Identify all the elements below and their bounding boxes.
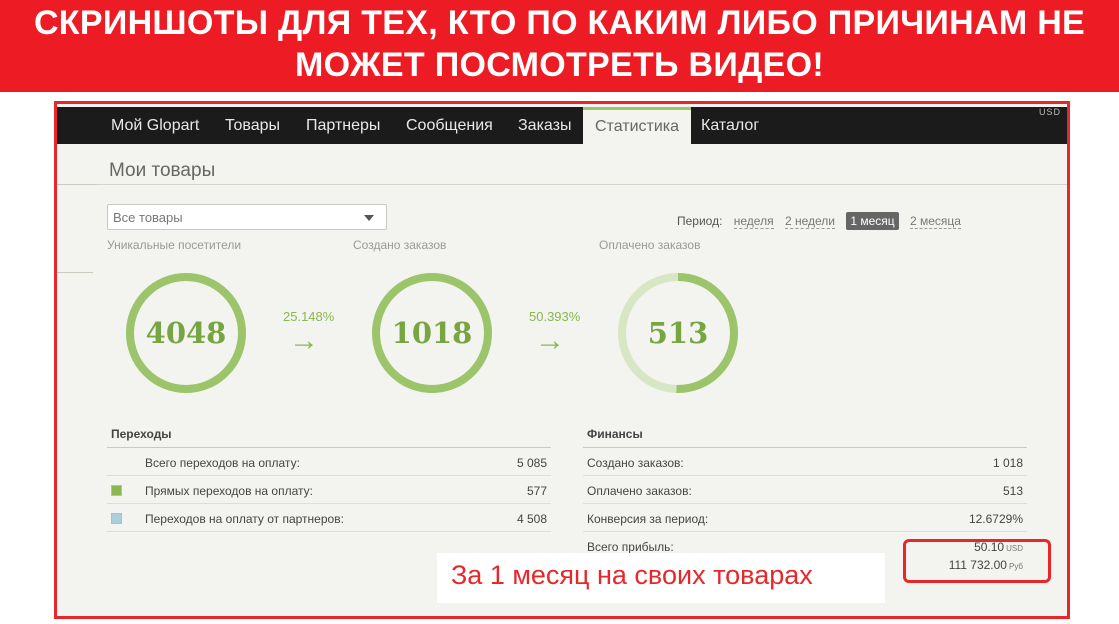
transitions-title: Переходы xyxy=(111,427,172,441)
nav-item-statistics[interactable]: Статистика xyxy=(583,107,692,144)
row-value: 577 xyxy=(526,484,547,498)
product-filter-select[interactable]: Все товары xyxy=(107,204,387,230)
conversion-1-percent: 25.148% xyxy=(283,309,335,324)
paid-orders-label: Оплачено заказов xyxy=(599,238,701,252)
period-option-1-month[interactable]: 1 месяц xyxy=(846,212,899,230)
page-title: Мои товары xyxy=(109,160,216,181)
left-divider-bottom xyxy=(57,272,93,273)
nav-item-catalog[interactable]: Каталог xyxy=(701,107,759,144)
screenshot-frame: Мой Glopart Товары Партнеры Сообщения За… xyxy=(54,101,1070,619)
nav-item-my-glopart[interactable]: Мой Glopart xyxy=(111,107,199,144)
created-orders-label: Создано заказов xyxy=(353,238,447,252)
banner-line-2: МОЖЕТ ПОСМОТРЕТЬ ВИДЕО! xyxy=(294,46,825,84)
row-value: 513 xyxy=(1002,484,1023,498)
top-navigation: Мой Glopart Товары Партнеры Сообщения За… xyxy=(57,107,1067,144)
table-row: Переходов на оплату от партнеров: 4 508 xyxy=(107,504,551,532)
period-option-week[interactable]: неделя xyxy=(733,214,774,229)
finance-title: Финансы xyxy=(587,427,643,441)
paid-orders-ring: 513 xyxy=(617,272,739,394)
profit-highlight-box xyxy=(903,539,1051,583)
nav-item-messages[interactable]: Сообщения xyxy=(406,107,493,144)
table-row: Всего переходов на оплату: 5 085 xyxy=(107,448,551,476)
top-banner: СКРИНШОТЫ ДЛЯ ТЕХ, КТО ПО КАКИМ ЛИБО ПРИ… xyxy=(0,0,1119,92)
arrow-right-icon: → xyxy=(289,324,319,357)
arrow-right-icon: → xyxy=(535,324,565,357)
profit-label: Всего прибыль: xyxy=(587,540,674,554)
visitors-ring: 4048 xyxy=(125,272,247,394)
period-selector: Период: неделя 2 недели 1 месяц 2 месяца xyxy=(677,212,969,230)
nav-item-partners[interactable]: Партнеры xyxy=(306,107,380,144)
row-label: Создано заказов: xyxy=(587,456,684,470)
partners-legend-swatch xyxy=(111,513,122,524)
period-option-2-weeks[interactable]: 2 недели xyxy=(784,214,835,229)
title-divider xyxy=(57,184,1067,185)
created-orders-ring: 1018 xyxy=(371,272,493,394)
table-row: Создано заказов: 1 018 xyxy=(583,448,1027,476)
product-filter-value: Все товары xyxy=(113,210,183,225)
row-label: Переходов на оплату от партнеров: xyxy=(145,512,344,526)
conversion-2-percent: 50.393% xyxy=(529,309,581,324)
table-row: Конверсия за период: 12.6729% xyxy=(583,504,1027,532)
visitors-value: 4048 xyxy=(145,316,227,350)
callout-text: За 1 месяц на своих товарах xyxy=(451,560,813,590)
chevron-down-icon xyxy=(364,215,374,221)
table-row: Прямых переходов на оплату: 577 xyxy=(107,476,551,504)
visitors-label: Уникальные посетители xyxy=(107,238,242,252)
paid-orders-value: 513 xyxy=(647,316,709,350)
banner-line-1: СКРИНШОТЫ ДЛЯ ТЕХ, КТО ПО КАКИМ ЛИБО ПРИ… xyxy=(33,4,1086,42)
nav-item-products[interactable]: Товары xyxy=(225,107,280,144)
left-divider-top xyxy=(57,184,97,185)
row-value: 1 018 xyxy=(992,456,1023,470)
currency-corner: USD xyxy=(1038,107,1061,117)
direct-legend-swatch xyxy=(111,485,122,496)
row-value: 4 508 xyxy=(516,512,547,526)
row-label: Оплачено заказов: xyxy=(587,484,692,498)
nav-item-orders[interactable]: Заказы xyxy=(518,107,571,144)
period-label: Период: xyxy=(677,214,723,228)
callout-box: За 1 месяц на своих товарах xyxy=(437,553,885,603)
row-value: 12.6729% xyxy=(968,512,1023,526)
row-value: 5 085 xyxy=(516,456,547,470)
period-option-2-months[interactable]: 2 месяца xyxy=(909,214,961,229)
row-label: Прямых переходов на оплату: xyxy=(145,484,313,498)
row-label: Конверсия за период: xyxy=(587,512,709,526)
table-row: Оплачено заказов: 513 xyxy=(583,476,1027,504)
row-label: Всего переходов на оплату: xyxy=(145,456,300,470)
created-orders-value: 1018 xyxy=(391,316,473,350)
